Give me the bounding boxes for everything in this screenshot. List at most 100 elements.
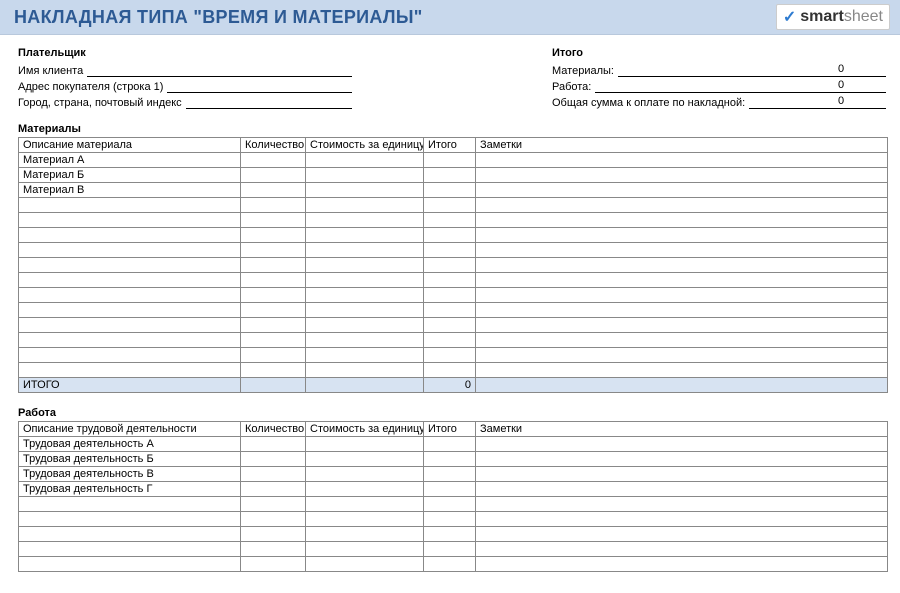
table-cell[interactable]	[306, 467, 424, 482]
table-cell[interactable]	[306, 198, 424, 213]
table-cell[interactable]	[306, 153, 424, 168]
table-cell[interactable]	[424, 512, 476, 527]
table-cell[interactable]	[241, 228, 306, 243]
table-cell[interactable]	[476, 497, 888, 512]
table-cell[interactable]: Трудовая деятельность Г	[19, 482, 241, 497]
table-cell[interactable]	[424, 258, 476, 273]
table-cell[interactable]	[19, 527, 241, 542]
table-cell[interactable]	[476, 153, 888, 168]
table-cell[interactable]	[241, 303, 306, 318]
table-cell[interactable]	[19, 542, 241, 557]
table-cell[interactable]	[241, 288, 306, 303]
table-cell[interactable]	[241, 482, 306, 497]
table-cell[interactable]	[424, 213, 476, 228]
table-cell[interactable]	[424, 497, 476, 512]
table-cell[interactable]	[476, 542, 888, 557]
table-cell[interactable]	[306, 213, 424, 228]
table-cell[interactable]	[424, 243, 476, 258]
table-cell[interactable]	[424, 363, 476, 378]
table-cell[interactable]	[476, 183, 888, 198]
table-cell[interactable]	[241, 273, 306, 288]
table-cell[interactable]	[19, 303, 241, 318]
table-cell[interactable]	[241, 348, 306, 363]
table-cell[interactable]	[476, 527, 888, 542]
table-cell[interactable]	[306, 168, 424, 183]
table-cell[interactable]	[306, 183, 424, 198]
table-cell[interactable]	[424, 318, 476, 333]
table-cell[interactable]	[241, 333, 306, 348]
table-cell[interactable]	[424, 527, 476, 542]
payer-input-line[interactable]	[186, 95, 352, 109]
table-cell[interactable]	[241, 527, 306, 542]
table-cell[interactable]	[241, 168, 306, 183]
table-cell[interactable]	[476, 213, 888, 228]
table-cell[interactable]	[306, 542, 424, 557]
table-cell[interactable]	[476, 303, 888, 318]
table-cell[interactable]	[241, 452, 306, 467]
table-cell[interactable]	[306, 318, 424, 333]
table-cell[interactable]	[476, 467, 888, 482]
table-cell[interactable]	[241, 467, 306, 482]
table-cell[interactable]	[424, 348, 476, 363]
table-cell[interactable]	[241, 363, 306, 378]
table-cell[interactable]	[424, 183, 476, 198]
table-cell[interactable]	[241, 243, 306, 258]
table-cell[interactable]	[19, 213, 241, 228]
payer-input-line[interactable]	[87, 63, 352, 77]
table-cell[interactable]	[476, 557, 888, 572]
table-cell[interactable]: Трудовая деятельность A	[19, 437, 241, 452]
table-cell[interactable]: Материал Б	[19, 168, 241, 183]
table-cell[interactable]	[476, 452, 888, 467]
table-cell[interactable]	[476, 198, 888, 213]
table-cell[interactable]	[306, 228, 424, 243]
table-cell[interactable]	[241, 153, 306, 168]
table-cell[interactable]	[19, 348, 241, 363]
table-cell[interactable]	[19, 228, 241, 243]
table-cell[interactable]	[476, 512, 888, 527]
table-cell[interactable]	[476, 258, 888, 273]
table-cell[interactable]	[306, 348, 424, 363]
table-cell[interactable]	[476, 228, 888, 243]
table-cell[interactable]	[241, 258, 306, 273]
table-cell[interactable]	[306, 557, 424, 572]
table-cell[interactable]	[476, 243, 888, 258]
table-cell[interactable]	[241, 542, 306, 557]
table-cell[interactable]	[424, 452, 476, 467]
table-cell[interactable]	[19, 333, 241, 348]
table-cell[interactable]	[424, 288, 476, 303]
table-cell[interactable]	[19, 497, 241, 512]
table-cell[interactable]	[306, 527, 424, 542]
table-cell[interactable]	[241, 512, 306, 527]
table-cell[interactable]	[424, 303, 476, 318]
table-cell[interactable]	[306, 243, 424, 258]
table-cell[interactable]	[306, 437, 424, 452]
table-cell[interactable]	[424, 557, 476, 572]
table-cell[interactable]	[306, 452, 424, 467]
table-cell[interactable]	[306, 333, 424, 348]
table-cell[interactable]	[306, 363, 424, 378]
table-cell[interactable]	[476, 273, 888, 288]
table-cell[interactable]	[424, 467, 476, 482]
table-cell[interactable]	[241, 557, 306, 572]
table-cell[interactable]	[476, 363, 888, 378]
table-cell[interactable]	[19, 363, 241, 378]
table-cell[interactable]	[241, 497, 306, 512]
table-cell[interactable]	[19, 512, 241, 527]
table-cell[interactable]	[241, 198, 306, 213]
table-cell[interactable]	[19, 258, 241, 273]
table-cell[interactable]	[19, 557, 241, 572]
table-cell[interactable]	[424, 198, 476, 213]
table-cell[interactable]: Материал A	[19, 153, 241, 168]
table-cell[interactable]	[424, 482, 476, 497]
table-cell[interactable]	[476, 318, 888, 333]
table-cell[interactable]	[306, 512, 424, 527]
table-cell[interactable]	[306, 288, 424, 303]
table-cell[interactable]	[306, 303, 424, 318]
table-cell[interactable]	[476, 482, 888, 497]
table-cell[interactable]	[306, 497, 424, 512]
table-cell[interactable]	[476, 333, 888, 348]
table-cell[interactable]	[424, 333, 476, 348]
table-cell[interactable]	[476, 437, 888, 452]
table-cell[interactable]	[424, 273, 476, 288]
table-cell[interactable]	[306, 258, 424, 273]
